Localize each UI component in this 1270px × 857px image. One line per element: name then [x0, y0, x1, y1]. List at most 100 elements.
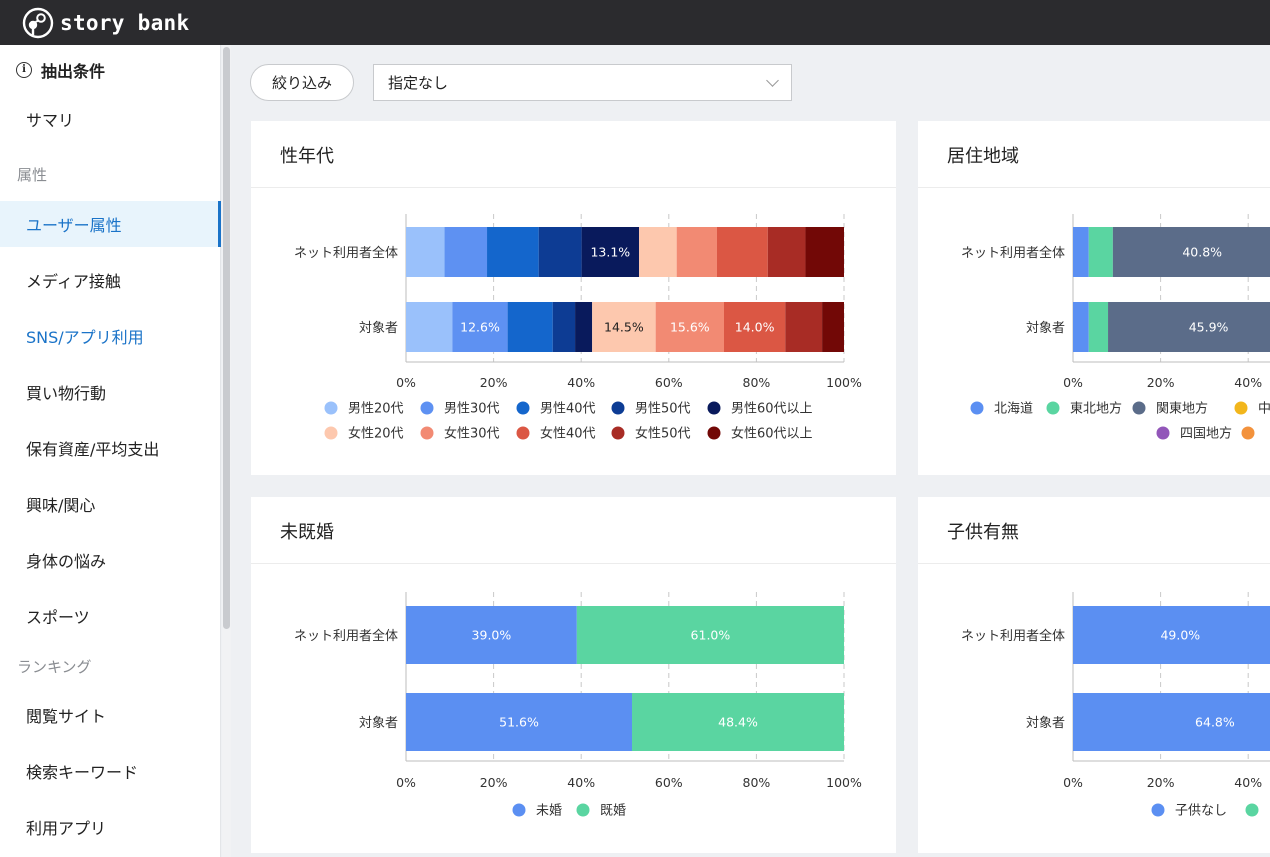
sidebar-item[interactable]: 買い物行動	[0, 369, 221, 415]
bar-segment[interactable]	[1073, 693, 1270, 751]
legend-label[interactable]: 男性50代	[635, 402, 691, 417]
sidebar-item[interactable]: 閲覧サイト	[0, 692, 221, 738]
x-tick-label: 40%	[567, 775, 595, 790]
bar-segment[interactable]	[785, 302, 823, 352]
legend-marker	[324, 401, 338, 415]
legend-marker	[576, 803, 590, 817]
data-label: 64.8%	[1195, 715, 1235, 730]
sidebar-item[interactable]: 利用アプリ	[0, 804, 221, 850]
category-label: 対象者	[359, 716, 398, 731]
bar-segment[interactable]	[1088, 302, 1109, 352]
sidebar-item[interactable]: 検索キーワード	[0, 748, 221, 794]
x-tick-label: 0%	[396, 375, 416, 390]
bar-segment[interactable]	[767, 227, 806, 277]
category-label: 対象者	[359, 321, 398, 336]
sidebar-item[interactable]: 身体の悩み	[0, 537, 221, 583]
chart-plot: ネット利用者全体 49.0% 対象者 64.8% 0% 20% 40% 子供なし	[961, 592, 1270, 819]
legend-marker	[324, 426, 338, 440]
sidebar-item[interactable]: メディア接触	[0, 257, 221, 303]
legend-label[interactable]: 女性30代	[444, 426, 500, 442]
legend-label[interactable]: 関東地方	[1156, 401, 1208, 417]
legend-label[interactable]: 女性50代	[635, 426, 691, 442]
bar-segment[interactable]	[1088, 227, 1113, 277]
data-label: 14.0%	[735, 320, 775, 335]
bar-segment[interactable]	[575, 302, 593, 352]
legend-label[interactable]: 東北地方	[1070, 401, 1122, 417]
legend-label[interactable]: 四国地方	[1180, 426, 1232, 442]
legend-label[interactable]: 男性30代	[444, 402, 500, 417]
bar-segment[interactable]	[1073, 227, 1089, 277]
sidebar-item[interactable]: スポーツ	[0, 593, 221, 639]
x-tick-label: 40%	[1234, 775, 1262, 790]
legend-label[interactable]: 北海道	[994, 402, 1033, 417]
legend-marker	[707, 426, 721, 440]
legend-marker	[611, 401, 625, 415]
bar-segment[interactable]	[805, 227, 844, 277]
x-tick-label: 0%	[1063, 375, 1083, 390]
x-tick-label: 20%	[480, 775, 508, 790]
data-label: 40.8%	[1182, 245, 1222, 260]
legend-label[interactable]: 未婚	[536, 804, 562, 819]
bar-segment[interactable]	[716, 227, 768, 277]
sidebar-scrollbar[interactable]	[222, 45, 231, 857]
bar-segment[interactable]	[487, 227, 539, 277]
legend-label[interactable]: 女性60代以上	[731, 426, 813, 442]
data-label: 61.0%	[691, 628, 731, 643]
legend-label[interactable]: 男性40代	[540, 402, 596, 417]
data-label: 49.0%	[1160, 628, 1200, 643]
data-label: 13.1%	[590, 245, 630, 260]
legend-marker	[516, 426, 530, 440]
x-tick-label: 0%	[1063, 775, 1083, 790]
filter-select-value: 指定なし	[388, 74, 449, 92]
chevron-down-icon	[766, 74, 779, 87]
sidebar-header-label: 抽出条件	[41, 62, 106, 81]
x-tick-label: 60%	[655, 775, 683, 790]
x-tick-label: 40%	[567, 375, 595, 390]
legend-label[interactable]: 既婚	[600, 804, 626, 819]
sidebar-item[interactable]: サマリ	[0, 96, 221, 142]
legend-marker	[611, 426, 625, 440]
story-bank-logo-icon	[22, 7, 54, 39]
x-tick-label: 100%	[826, 775, 862, 790]
chart-plot: ネット利用者全体 39.0% 61.0% 対象者 51.6% 48.4% 0% 20% 40% 6…	[294, 592, 862, 819]
legend-marker	[970, 401, 984, 415]
bar-segment[interactable]	[444, 227, 488, 277]
x-tick-label: 20%	[1147, 775, 1175, 790]
filter-select[interactable]: 指定なし	[373, 64, 792, 101]
bar-segment[interactable]	[406, 227, 445, 277]
extraction-conditions-header[interactable]: i 抽出条件	[16, 58, 105, 82]
sidebar-item[interactable]: 興味/関心	[0, 481, 221, 527]
data-label: 14.5%	[604, 320, 644, 335]
legend-label[interactable]: 子供なし	[1175, 804, 1227, 819]
legend-marker	[1234, 401, 1248, 415]
data-label: 48.4%	[718, 715, 758, 730]
x-tick-label: 100%	[826, 375, 862, 390]
chart-card-sex-age: 性年代 ネット利用者全体 13.1% 対象者 12.6% 14.5% 15.6% 14.0%…	[251, 121, 896, 475]
bar-segment[interactable]	[639, 227, 677, 277]
filter-button[interactable]: 絞り込み	[250, 64, 354, 101]
bar-segment[interactable]	[1073, 302, 1089, 352]
sidebar-item[interactable]: SNS/アプリ利用	[0, 313, 221, 359]
bar-segment[interactable]	[507, 302, 553, 352]
legend-label[interactable]: 女性40代	[540, 426, 596, 442]
chart-plot: ネット利用者全体 13.1% 対象者 12.6% 14.5% 15.6% 14.0% 0% 20…	[294, 214, 862, 442]
legend-label[interactable]: 男性20代	[348, 402, 404, 417]
bar-segment[interactable]	[822, 302, 844, 352]
bar-segment[interactable]	[676, 227, 717, 277]
bar-segment[interactable]	[552, 302, 576, 352]
legend-marker	[516, 401, 530, 415]
app-logo[interactable]: story bank	[22, 7, 189, 39]
info-icon: i	[16, 62, 32, 78]
sidebar-item[interactable]: ユーザー属性	[0, 201, 221, 247]
legend-label[interactable]: 男性60代以上	[731, 402, 813, 417]
legend-label[interactable]: 女性20代	[348, 426, 404, 442]
legend-marker	[1241, 426, 1255, 440]
data-label: 51.6%	[499, 715, 539, 730]
legend-label[interactable]: 中	[1258, 402, 1270, 417]
sidebar-item[interactable]: 保有資産/平均支出	[0, 425, 221, 471]
bar-segment[interactable]	[406, 302, 453, 352]
x-tick-label: 40%	[1234, 375, 1262, 390]
scrollbar-thumb[interactable]	[223, 47, 230, 629]
bar-segment[interactable]	[538, 227, 582, 277]
x-tick-label: 0%	[396, 775, 416, 790]
